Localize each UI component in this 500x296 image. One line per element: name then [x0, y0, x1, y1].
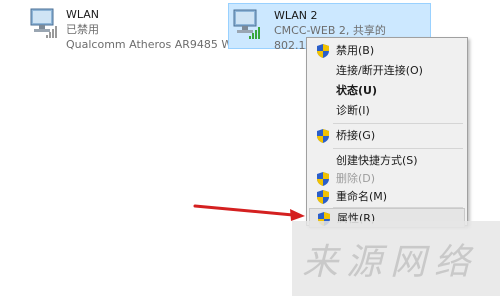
- menu-separator: [333, 148, 463, 149]
- shield-icon: [317, 190, 329, 204]
- adapter-status: CMCC-WEB 2, 共享的: [274, 24, 386, 37]
- watermark-text: 来源网络: [302, 242, 479, 283]
- menu-item-label: 诊断(I): [336, 104, 370, 117]
- menu-separator: [333, 123, 463, 124]
- menu-item-label: 禁用(B): [336, 44, 375, 57]
- context-menu: 禁用(B) 连接/断开连接(O) 状态(U) 诊断(I) 桥接(G) 创建快捷方…: [306, 37, 468, 228]
- network-adapter-icon: [233, 9, 260, 39]
- adapter-name: WLAN: [66, 8, 100, 21]
- adapter-wlan[interactable]: WLAN 已禁用 Qualcomm Atheros AR9485 W...: [28, 3, 242, 51]
- menu-item-label: 状态(U): [336, 84, 377, 97]
- adapter-device: Qualcomm Atheros AR9485 W...: [66, 38, 242, 51]
- menu-item-disable[interactable]: 禁用(B): [309, 41, 465, 61]
- watermark: 来源网络: [292, 221, 500, 296]
- menu-item-connect-disconnect[interactable]: 连接/断开连接(O): [309, 61, 465, 81]
- menu-item-delete[interactable]: 删除(D): [309, 169, 465, 189]
- menu-item-label: 删除(D): [336, 172, 376, 185]
- shield-icon: [317, 44, 329, 58]
- adapter-name: WLAN 2: [274, 9, 318, 22]
- menu-item-bridge[interactable]: 桥接(G): [309, 126, 465, 146]
- menu-item-status[interactable]: 状态(U): [309, 81, 465, 101]
- adapter-status: 已禁用: [66, 23, 99, 36]
- menu-item-label: 连接/断开连接(O): [336, 64, 423, 77]
- menu-item-label: 创建快捷方式(S): [336, 154, 418, 167]
- network-adapter-icon: [30, 8, 57, 38]
- menu-item-diagnose[interactable]: 诊断(I): [309, 101, 465, 121]
- menu-item-create-shortcut[interactable]: 创建快捷方式(S): [309, 151, 465, 171]
- shield-icon: [317, 172, 329, 186]
- menu-item-label: 重命名(M): [336, 190, 388, 203]
- menu-item-rename[interactable]: 重命名(M): [309, 187, 465, 207]
- shield-icon: [317, 129, 329, 143]
- red-arrow-annotation: [193, 204, 305, 221]
- menu-item-label: 桥接(G): [336, 129, 376, 142]
